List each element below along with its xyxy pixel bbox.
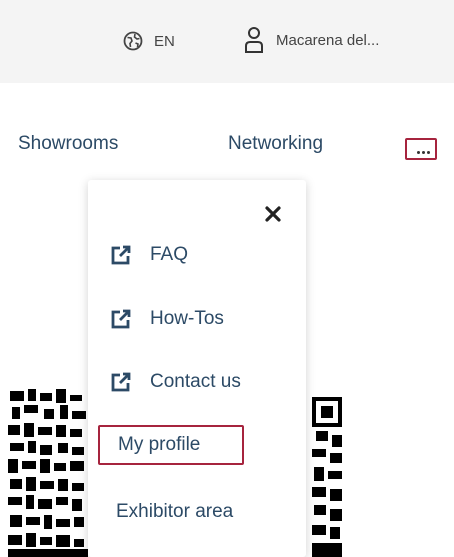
external-link-icon xyxy=(111,309,131,329)
menu-item-label: My profile xyxy=(118,434,201,455)
nav-networking[interactable]: Networking xyxy=(228,133,323,155)
user-name: Macarena del... xyxy=(276,31,380,49)
nav-showrooms[interactable]: Showrooms xyxy=(18,133,118,155)
external-link-icon xyxy=(111,372,131,392)
more-dot-icon xyxy=(422,151,425,154)
menu-item-label: Exhibitor area xyxy=(116,501,234,522)
close-button[interactable] xyxy=(259,200,287,228)
globe-icon xyxy=(123,31,143,51)
menu-item-label: FAQ xyxy=(150,244,189,265)
more-dot-icon xyxy=(427,151,430,154)
menu-item-how-tos[interactable]: How-Tos xyxy=(110,308,224,330)
menu-item-label: Contact us xyxy=(150,371,241,392)
menu-item-exhibitor-area[interactable]: Exhibitor area xyxy=(116,501,233,523)
more-dot-icon xyxy=(417,151,420,154)
language-selector[interactable]: EN xyxy=(122,30,175,52)
close-icon xyxy=(265,206,281,222)
more-menu-button[interactable] xyxy=(405,138,437,160)
top-bar: EN Macarena del... xyxy=(0,0,454,83)
more-dropdown-menu: FAQ How-Tos Contact us My profile Exhibi… xyxy=(88,180,306,557)
menu-item-faq[interactable]: FAQ xyxy=(110,244,188,266)
menu-item-label: How-Tos xyxy=(150,308,224,329)
external-link-icon xyxy=(111,245,131,265)
main-nav: Showrooms Networking xyxy=(0,133,454,161)
menu-item-contact-us[interactable]: Contact us xyxy=(110,371,241,393)
user-menu[interactable]: Macarena del... xyxy=(244,26,379,54)
user-icon xyxy=(245,27,263,53)
language-label: EN xyxy=(154,32,175,50)
menu-item-my-profile[interactable]: My profile xyxy=(98,425,244,465)
